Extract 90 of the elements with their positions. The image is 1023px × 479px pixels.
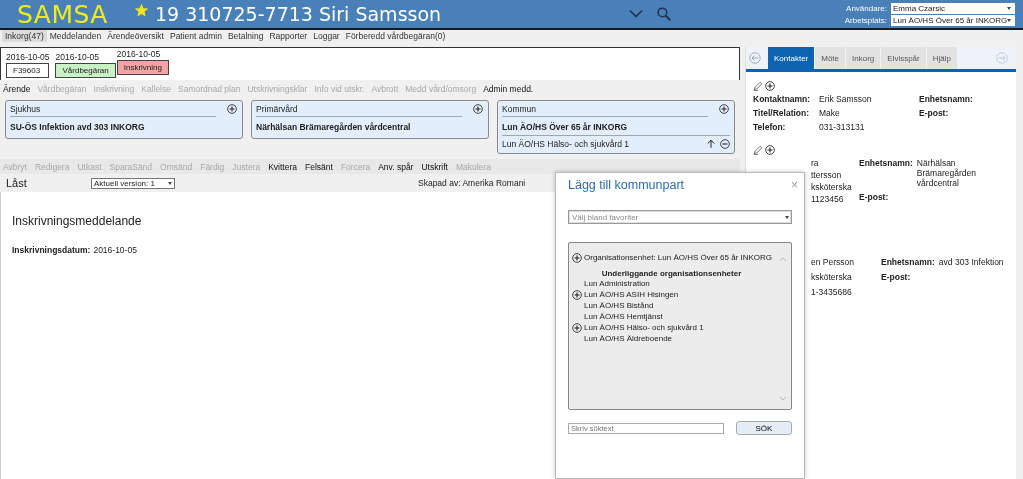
- unit-item[interactable]: Lun ÄO/HS Äldreboende: [584, 334, 673, 344]
- field-value: ttersson: [811, 170, 842, 180]
- search-button[interactable]: SÖK: [735, 421, 792, 435]
- lock-status: Låst: [6, 177, 28, 189]
- menu-item[interactable]: Betalning: [224, 30, 267, 42]
- chip-date: 2016-10-05: [55, 52, 100, 62]
- field-label: E-post:: [881, 272, 911, 282]
- edit-icon[interactable]: [753, 145, 763, 155]
- user-label: Användare:: [846, 3, 887, 13]
- field-value: 1123456: [811, 194, 844, 204]
- workplace-label: Arbetsplats:: [844, 15, 887, 25]
- field-label: Kontaktnamn:: [753, 94, 812, 104]
- card-title: Sjukhus: [10, 104, 41, 114]
- action-button[interactable]: Felsänt: [305, 161, 333, 172]
- field-label: Telefon:: [753, 122, 787, 132]
- field-label: Enhetsnamn:: [881, 257, 935, 267]
- unit-name: SU-ÖS Infektion avd 303 INKORG: [10, 121, 146, 134]
- version-dropdown[interactable]: Aktuell version: 1: [91, 177, 175, 189]
- add-icon[interactable]: [719, 104, 729, 114]
- field-label: E-post:: [919, 108, 949, 118]
- chip-date: 2016-10-05: [116, 49, 162, 59]
- field-label: Titel/Relation:: [753, 108, 811, 118]
- field-value: 031-313131: [819, 122, 865, 132]
- unit-item[interactable]: Lun ÄO/HS Hälso- och sjukvård 1: [584, 323, 704, 333]
- add-icon[interactable]: [572, 290, 582, 300]
- unit-item[interactable]: Lun Administration: [584, 279, 650, 289]
- chip-date: 2016-10-05: [6, 52, 50, 62]
- menu-item[interactable]: Loggar: [310, 30, 343, 42]
- field-label: Enhetsnamn:: [919, 94, 973, 104]
- field-value: Make: [819, 108, 840, 118]
- favorites-dropdown[interactable]: Välj bland favoriter: [568, 210, 792, 224]
- patient-name: 19 310725-7713 Siri Samsson: [154, 3, 442, 25]
- card-title: Primärvård: [256, 104, 298, 114]
- menu-item[interactable]: Patient admin: [166, 30, 225, 42]
- field-value: avd 303 Infektion: [938, 257, 1004, 267]
- workplace-dropdown[interactable]: Lun ÄO/HS Över 65 år INKORG: [891, 14, 1015, 26]
- status-chip[interactable]: Inskrivning: [116, 60, 169, 75]
- document-title: Inskrivningsmeddelande: [12, 214, 142, 228]
- unit-item[interactable]: Lun ÄO/HS ASIH Hisingen: [584, 290, 679, 300]
- menu-item[interactable]: Meddelanden: [46, 30, 105, 42]
- add-icon[interactable]: [572, 253, 582, 263]
- case-tab[interactable]: Admin medd.: [483, 83, 534, 94]
- field-value: 2016-10-05: [93, 245, 137, 255]
- field-label: Enhetsnamn:: [859, 158, 913, 170]
- unit-item[interactable]: Lun ÄO/HS Bistånd: [584, 301, 654, 311]
- add-icon[interactable]: [473, 104, 483, 114]
- remove-icon[interactable]: [720, 139, 730, 149]
- unit-name: Lun ÄO/HS Över 65 år INKORG: [502, 121, 629, 134]
- field-value: 1-3435686: [811, 287, 852, 297]
- action-button[interactable]: Anv. spår: [378, 161, 414, 172]
- menu-item[interactable]: Inkorg(47): [2, 30, 47, 42]
- card-title: Kommun: [502, 104, 536, 114]
- add-icon[interactable]: [227, 104, 237, 114]
- menu-item[interactable]: Rapporter: [266, 30, 311, 42]
- field-value: Närhälsan Brämaregården vårdcentral: [916, 158, 977, 188]
- field-label: E-post:: [859, 192, 889, 202]
- status-chip[interactable]: F39603: [6, 63, 50, 78]
- add-icon[interactable]: [572, 323, 582, 333]
- star-icon[interactable]: [133, 2, 149, 18]
- search-icon[interactable]: [657, 7, 672, 21]
- status-chip[interactable]: Vårdbegäran: [55, 63, 116, 78]
- panel-tab[interactable]: Inkorg: [846, 47, 881, 69]
- panel-tab[interactable]: Möte: [815, 47, 846, 69]
- panel-tab[interactable]: Hjälp: [926, 47, 957, 69]
- field-label: Inskrivningsdatum:: [12, 245, 91, 255]
- action-button[interactable]: Utskrift: [421, 161, 448, 172]
- field-value: ra: [811, 158, 819, 168]
- menu-item[interactable]: Ärendeöversikt: [104, 30, 167, 42]
- unit-name: Närhälsan Brämaregården vårdcentral: [256, 121, 412, 134]
- action-button[interactable]: Kvittera: [268, 161, 297, 172]
- add-icon[interactable]: [765, 145, 775, 155]
- sub-unit-name: Lun ÄO/HS Hälso- och sjukvård 1: [502, 139, 631, 149]
- field-value: en Persson: [811, 257, 854, 267]
- field-value: ksköterska: [811, 182, 852, 192]
- panel-tab[interactable]: Kontakter: [768, 47, 815, 69]
- case-tab[interactable]: Ärende: [3, 83, 31, 94]
- add-icon[interactable]: [765, 81, 775, 91]
- panel-tab[interactable]: Elvisspår: [881, 47, 926, 69]
- user-dropdown[interactable]: Emma Czarsic: [891, 2, 1015, 14]
- up-arrow-icon[interactable]: [706, 139, 716, 149]
- created-by: Skapad av: Amerika Romani: [418, 178, 526, 188]
- edit-icon[interactable]: [753, 81, 763, 91]
- unit-item[interactable]: Lun ÄO/HS Hemtjänst: [584, 312, 663, 322]
- dialog-title: Lägg till kommunpart: [568, 178, 685, 192]
- list-heading: Underliggande organisationsenheter: [600, 269, 743, 278]
- field-value: Erik Samsson: [819, 94, 872, 104]
- org-unit[interactable]: Organisationsenhet: Lun ÄO/HS Över 65 år INKORG: [584, 253, 773, 263]
- chevron-down-icon[interactable]: [629, 9, 644, 19]
- menu-item[interactable]: Förberedd vårdbegäran(0): [342, 30, 449, 42]
- field-value: ksköterska: [811, 272, 852, 282]
